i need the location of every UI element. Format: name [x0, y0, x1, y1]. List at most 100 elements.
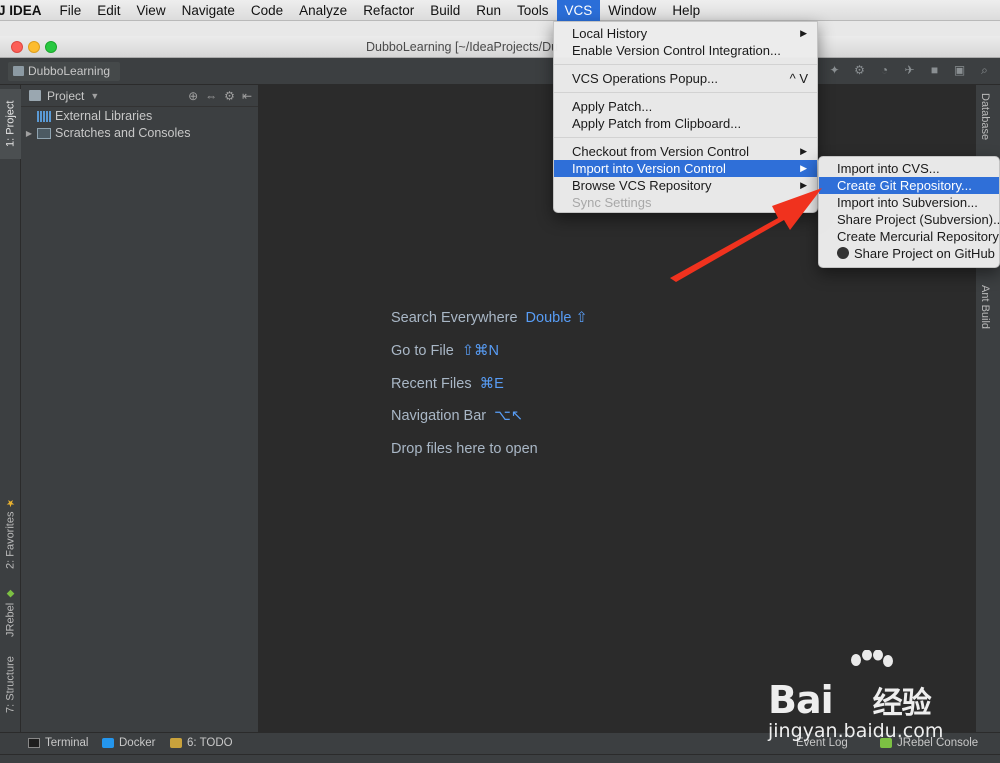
watermark-brand-cn: 经验	[872, 686, 932, 721]
menu-tools[interactable]: Tools	[509, 0, 557, 21]
menu-help[interactable]: Help	[664, 0, 708, 21]
minimize-window-button[interactable]	[28, 41, 40, 53]
hint-drop-files: Drop files here to open	[391, 441, 538, 457]
submenu-arrow-icon: ▶	[800, 28, 807, 38]
menu-item-label: Create Mercurial Repository	[837, 229, 999, 244]
menu-item-label: Share Project (Subversion)...	[837, 212, 1000, 227]
tab-todo[interactable]: 6: TODO	[170, 737, 233, 749]
menu-item-import-cvs[interactable]: Import into CVS...	[819, 160, 999, 177]
tab-database[interactable]: Database	[979, 93, 991, 140]
project-pane-tools: ⊕ ⇔ ⚙ ⇤	[188, 89, 258, 103]
build-icon[interactable]: ✦	[827, 63, 842, 78]
menu-item-label: Apply Patch from Clipboard...	[572, 116, 742, 131]
tab-terminal[interactable]: Terminal	[28, 737, 88, 749]
tab-docker[interactable]: Docker	[102, 737, 155, 749]
terminal-icon	[28, 738, 40, 748]
menu-item-create-git-repository[interactable]: Create Git Repository...	[819, 177, 999, 194]
hint-label: Navigation Bar	[391, 408, 487, 424]
menu-vcs[interactable]: VCS	[556, 0, 601, 21]
menu-item-apply-patch[interactable]: Apply Patch...	[554, 98, 817, 115]
menu-item-enable-vc[interactable]: Enable Version Control Integration...	[554, 42, 817, 59]
hint-navigation-bar: Navigation Bar ⌥↖	[391, 408, 523, 424]
menu-item-label: Create Git Repository...	[837, 178, 972, 193]
watermark-brand: Bai 经验	[768, 678, 932, 722]
tab-todo-label: 6: TODO	[187, 737, 233, 749]
gear-icon[interactable]: ⚙	[224, 89, 235, 103]
menu-refactor[interactable]: Refactor	[355, 0, 422, 21]
tab-jrebel[interactable]: JRebel ◆	[0, 585, 21, 640]
menu-item-label: VCS Operations Popup...	[572, 71, 718, 86]
project-view-selector[interactable]: Project	[47, 89, 84, 103]
toolbar-icons: ✦ ⚙ ◔ ✈ ■ ▣ ⌕	[827, 63, 992, 78]
chevron-down-icon[interactable]: ▼	[90, 91, 99, 101]
menu-window[interactable]: Window	[600, 0, 664, 21]
project-tool-window: Project ▼ ⊕ ⇔ ⚙ ⇤ External Libraries ▶ S…	[21, 85, 259, 732]
status-bar	[0, 754, 1000, 763]
tree-node-scratches[interactable]: ▶ Scratches and Consoles	[21, 125, 258, 142]
jrebel-icon[interactable]: ✈	[902, 63, 917, 78]
menu-item-vcs-popup[interactable]: VCS Operations Popup... ^ V	[554, 70, 817, 87]
stop-icon[interactable]: ■	[927, 63, 942, 78]
menu-item-import-subversion[interactable]: Import into Subversion...	[819, 194, 999, 211]
hint-label: Go to File	[391, 343, 454, 359]
library-icon	[37, 111, 51, 122]
project-structure-icon[interactable]: ▣	[952, 63, 967, 78]
menu-separator	[554, 137, 817, 138]
window-title: DubboLearning [~/IdeaProjects/Du	[366, 40, 559, 54]
zoom-window-button[interactable]	[45, 41, 57, 53]
collapse-all-icon[interactable]: ⇔	[205, 89, 217, 103]
menu-item-label: Import into Subversion...	[837, 195, 978, 210]
watermark-brand-latin: Bai	[768, 678, 834, 722]
watermark-url: jingyan.baidu.com	[768, 720, 944, 742]
menu-item-label: Sync Settings	[572, 195, 652, 210]
search-icon[interactable]: ⌕	[977, 63, 992, 78]
submenu-arrow-icon: ▶	[800, 146, 807, 156]
menu-file[interactable]: File	[52, 0, 90, 21]
tab-favorites[interactable]: 2: Favorites ★	[0, 493, 21, 573]
tree-node-label: Scratches and Consoles	[55, 126, 191, 140]
menu-analyze[interactable]: Analyze	[291, 0, 355, 21]
menu-item-apply-patch-clipboard[interactable]: Apply Patch from Clipboard...	[554, 115, 817, 132]
tree-node-external-libraries[interactable]: External Libraries	[21, 108, 258, 125]
hint-label: Drop files here to open	[391, 441, 538, 457]
docker-icon	[102, 738, 114, 748]
scroll-from-source-icon[interactable]: ⊕	[188, 89, 198, 103]
hide-icon[interactable]: ⇤	[242, 89, 252, 103]
tree-node-label: External Libraries	[55, 109, 153, 123]
import-vc-submenu: Import into CVS... Create Git Repository…	[818, 156, 1000, 268]
star-icon: ★	[5, 496, 16, 508]
menu-run[interactable]: Run	[468, 0, 509, 21]
tab-ant-build[interactable]: Ant Build	[979, 285, 991, 329]
tab-favorites-label: 2: Favorites	[4, 511, 17, 570]
app-menu[interactable]: J IDEA	[0, 3, 52, 18]
debug-icon[interactable]: ⚙	[852, 63, 867, 78]
tab-structure-label: 7: Structure	[4, 656, 17, 714]
menu-edit[interactable]: Edit	[89, 0, 128, 21]
menu-build[interactable]: Build	[422, 0, 468, 21]
menu-navigate[interactable]: Navigate	[174, 0, 243, 21]
left-tool-strip: 1: Project 2: Favorites ★ JRebel ◆ 7: St…	[0, 85, 21, 732]
menu-item-label: Checkout from Version Control	[572, 144, 750, 159]
menu-view[interactable]: View	[129, 0, 174, 21]
menu-code[interactable]: Code	[243, 0, 291, 21]
menu-item-local-history[interactable]: Local History ▶	[554, 25, 817, 42]
profile-icon[interactable]: ◔	[877, 63, 892, 78]
todo-icon	[170, 738, 182, 748]
close-window-button[interactable]	[11, 41, 23, 53]
menu-item-label: Share Project on GitHub	[854, 246, 995, 261]
menu-item-share-github[interactable]: Share Project on GitHub	[819, 245, 999, 262]
menu-item-create-mercurial[interactable]: Create Mercurial Repository	[819, 228, 999, 245]
macos-menu-bar: J IDEA File Edit View Navigate Code Anal…	[0, 0, 1000, 21]
breadcrumb[interactable]: DubboLearning	[8, 62, 121, 81]
tab-docker-label: Docker	[119, 737, 156, 749]
tab-structure[interactable]: 7: Structure	[0, 650, 21, 720]
hint-label: Search Everywhere	[391, 310, 518, 326]
menu-item-shortcut: ^ V	[789, 71, 808, 86]
annotation-arrow-icon	[670, 188, 822, 282]
tab-project[interactable]: 1: Project	[0, 89, 21, 159]
tab-terminal-label: Terminal	[45, 737, 89, 749]
menu-item-share-subversion[interactable]: Share Project (Subversion)...	[819, 211, 1000, 228]
menu-item-checkout[interactable]: Checkout from Version Control ▶	[554, 143, 817, 160]
expand-arrow-icon[interactable]: ▶	[21, 125, 37, 142]
tab-project-label: 1: Project	[4, 100, 17, 148]
